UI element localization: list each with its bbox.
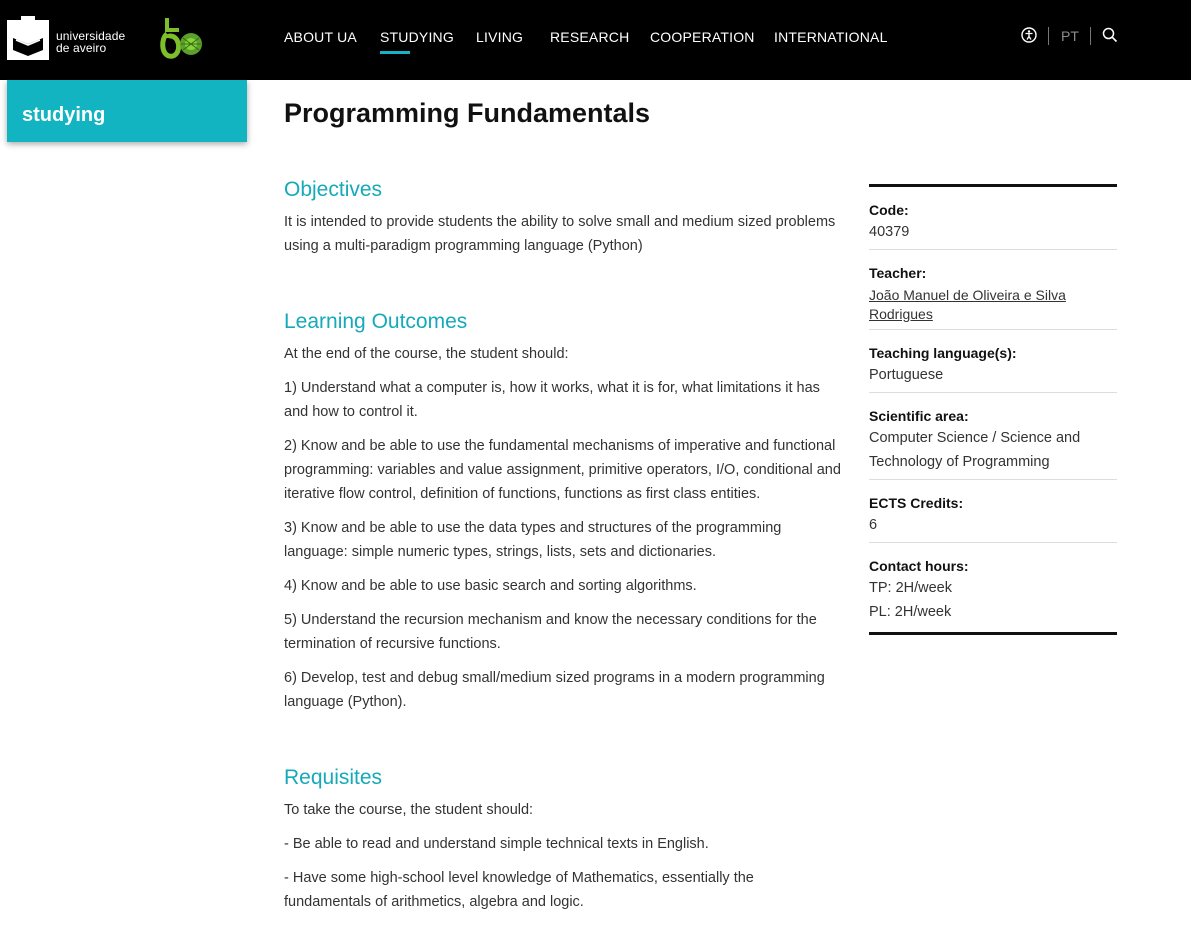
active-nav-indicator xyxy=(380,51,410,54)
section-label: studying xyxy=(22,104,106,126)
requisites-intro: To take the course, the student should: xyxy=(284,802,534,818)
main-content: Objectives It is intended to provide stu… xyxy=(284,176,844,924)
info-row-teacher: Teacher: João Manuel de Oliveira e Silva… xyxy=(869,250,1117,330)
language-value: Portuguese xyxy=(869,367,944,383)
area-label: Scientific area: xyxy=(869,408,969,424)
requisites-heading: Requisites xyxy=(284,766,383,789)
section-label-box[interactable]: studying xyxy=(7,80,247,142)
50-years-logo-icon xyxy=(160,18,202,59)
learning-outcomes-intro: At the end of the course, the student sh… xyxy=(284,346,569,362)
requisite-item: - Have some high-school level knowledge … xyxy=(284,870,754,910)
accessibility-icon[interactable] xyxy=(1021,27,1037,43)
page-title: Programming Fundamentals xyxy=(284,98,651,128)
language-switch-pt[interactable]: PT xyxy=(1061,28,1079,44)
nav-item-about-ua[interactable]: ABOUT UA xyxy=(284,29,357,45)
info-row-code: Code: 40379 xyxy=(869,187,1117,250)
ua-logo-mark-icon xyxy=(7,16,49,60)
ects-label: ECTS Credits: xyxy=(869,495,964,511)
info-row-hours: Contact hours: TP: 2H/week PL: 2H/week xyxy=(869,543,1117,632)
learning-outcome-item: 6) Develop, test and debug small/medium … xyxy=(284,670,825,710)
objectives-text: It is intended to provide students the a… xyxy=(284,214,836,254)
nav-item-research[interactable]: RESEARCH xyxy=(550,29,629,45)
university-logo[interactable]: universidade de aveiro xyxy=(7,16,207,64)
brand-line-2: de aveiro xyxy=(56,41,107,55)
learning-outcome-item: 4) Know and be able to use basic search … xyxy=(284,578,697,594)
learning-outcome-item: 1) Understand what a computer is, how it… xyxy=(284,380,820,420)
university-name: universidade de aveiro xyxy=(56,30,125,54)
language-label: Teaching language(s): xyxy=(869,345,1017,361)
hours-pl: PL: 2H/week xyxy=(869,604,952,620)
learning-outcome-item: 3) Know and be able to use the data type… xyxy=(284,520,782,560)
top-bar: universidade de aveiro ABOUT UA STUDYING… xyxy=(0,0,1191,80)
course-info-panel: Code: 40379 Teacher: João Manuel de Oliv… xyxy=(869,184,1117,635)
hours-tp: TP: 2H/week xyxy=(869,580,952,596)
nav-item-international[interactable]: INTERNATIONAL xyxy=(774,29,888,45)
learning-outcomes-heading: Learning Outcomes xyxy=(284,310,468,333)
learning-outcome-item: 5) Understand the recursion mechanism an… xyxy=(284,612,817,652)
nav-item-studying[interactable]: STUDYING xyxy=(380,29,454,45)
teacher-label: Teacher: xyxy=(869,265,927,281)
area-value: Computer Science / Science and Technolog… xyxy=(869,430,1081,470)
objectives-heading: Objectives xyxy=(284,178,383,201)
teacher-link[interactable]: João Manuel de Oliveira e Silva Rodrigue… xyxy=(869,286,1117,324)
nav-item-cooperation[interactable]: COOPERATION xyxy=(650,29,755,45)
info-row-language: Teaching language(s): Portuguese xyxy=(869,330,1117,393)
info-row-ects: ECTS Credits: 6 xyxy=(869,480,1117,543)
search-icon[interactable] xyxy=(1102,27,1118,43)
requisite-item: - Be able to read and understand simple … xyxy=(284,836,709,852)
hours-label: Contact hours: xyxy=(869,558,969,574)
info-row-area: Scientific area: Computer Science / Scie… xyxy=(869,393,1117,480)
divider xyxy=(1048,27,1049,45)
ects-value: 6 xyxy=(869,517,878,533)
learning-outcome-item: 2) Know and be able to use the fundament… xyxy=(284,438,841,502)
nav-item-living[interactable]: LIVING xyxy=(476,29,523,45)
code-value: 40379 xyxy=(869,224,910,240)
divider xyxy=(1090,27,1091,45)
code-label: Code: xyxy=(869,202,909,218)
